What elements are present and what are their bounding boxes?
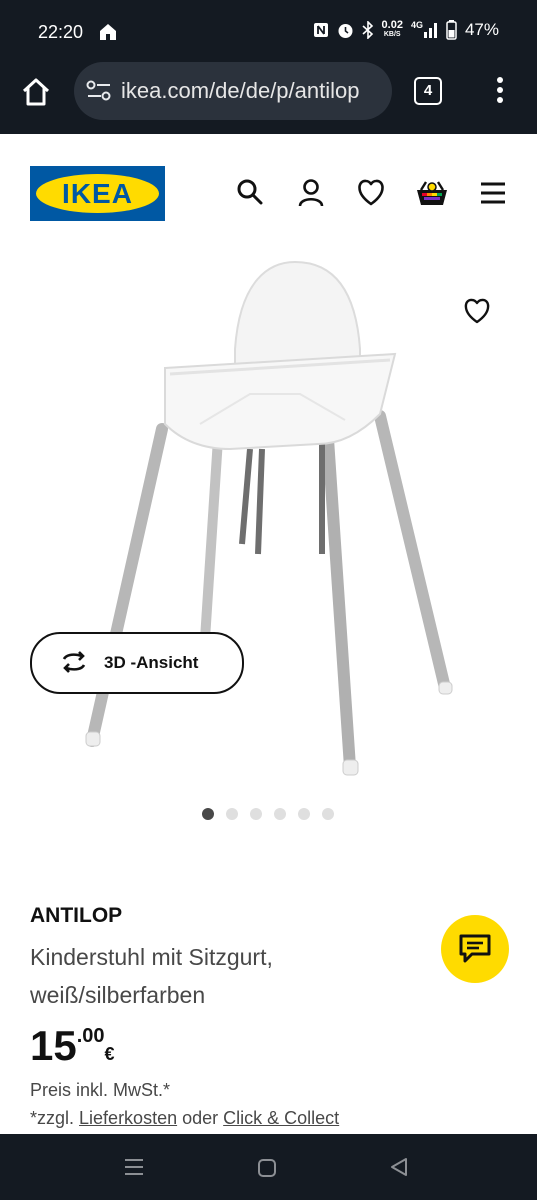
product-description: Kinderstuhl mit Sitzgurt, weiß/silberfar…	[30, 944, 273, 1008]
status-icons: 0.02 KB/S 4G 47%	[313, 20, 499, 40]
home-nav-icon[interactable]	[257, 1158, 277, 1178]
shipping-or: oder	[182, 1108, 219, 1128]
delivery-costs-link[interactable]: Lieferkosten	[79, 1108, 177, 1128]
address-bar[interactable]: ikea.com/de/de/p/antilop	[74, 62, 392, 120]
tab-switcher-button[interactable]: 4	[414, 77, 442, 105]
bluetooth-icon	[361, 21, 373, 39]
chat-icon	[459, 934, 491, 963]
chat-button[interactable]	[441, 915, 509, 983]
wishlist-icon[interactable]	[356, 178, 386, 206]
account-icon[interactable]	[298, 178, 324, 208]
status-bar: 22:20 0.02 KB/S 4G 47%	[0, 0, 537, 62]
recent-apps-icon[interactable]	[124, 1158, 144, 1176]
image-pagination	[202, 808, 334, 820]
signal-indicator: 4G	[410, 20, 438, 38]
hamburger-menu-icon[interactable]	[479, 181, 507, 205]
home-app-icon	[100, 24, 116, 40]
url-text[interactable]: ikea.com/de/de/p/antilop	[121, 78, 383, 104]
cart-icon[interactable]	[415, 178, 449, 208]
status-time: 22:20	[38, 22, 84, 42]
search-icon[interactable]	[236, 178, 264, 206]
product-image[interactable]	[0, 244, 537, 799]
price-currency: €	[104, 1044, 115, 1064]
vat-note: Preis inkl. MwSt.*	[30, 1080, 171, 1100]
pagination-dot[interactable]	[226, 808, 238, 820]
product-wishlist-icon[interactable]	[462, 297, 492, 325]
net-speed: 0.02 KB/S	[381, 19, 403, 39]
pagination-dot[interactable]	[298, 808, 310, 820]
battery-level: 47%	[464, 20, 499, 39]
shipping-prefix: *zzgl.	[30, 1108, 75, 1128]
battery-icon	[446, 20, 457, 40]
click-collect-link[interactable]: Click & Collect	[223, 1108, 339, 1128]
pagination-dot[interactable]	[250, 808, 262, 820]
view-3d-button[interactable]: 3D -Ansicht	[30, 632, 244, 694]
pagination-dot[interactable]	[274, 808, 286, 820]
more-menu-icon[interactable]	[496, 76, 504, 104]
system-nav-bar	[0, 1134, 537, 1200]
back-nav-icon[interactable]	[389, 1157, 409, 1177]
network-type: 4G	[410, 20, 423, 30]
ikea-logo[interactable]: IKEA	[30, 166, 165, 221]
view-3d-label: 3D -Ansicht	[104, 653, 199, 672]
net-speed-unit: KB/S	[383, 31, 401, 38]
product-name: ANTILOP	[30, 904, 123, 927]
price-integer: 15	[30, 1022, 77, 1069]
browser-home-icon[interactable]	[20, 76, 52, 108]
logo-text: IKEA	[62, 178, 133, 209]
price-decimal: .00	[76, 1025, 105, 1047]
net-speed-value: 0.02	[381, 19, 403, 31]
alarm-icon	[338, 23, 353, 38]
site-settings-icon[interactable]	[86, 79, 112, 103]
site-header: IKEA	[0, 134, 537, 244]
shipping-note: *zzgl. Lieferkosten oder Click & Collect	[30, 1108, 339, 1129]
pagination-dot[interactable]	[202, 808, 214, 820]
pagination-dot[interactable]	[322, 808, 334, 820]
signal-bars-icon	[423, 23, 437, 38]
product-price: 15.00€	[30, 1022, 115, 1070]
rotate-3d-icon	[62, 651, 86, 673]
nfc-icon	[313, 23, 328, 37]
browser-toolbar: ikea.com/de/de/p/antilop 4	[0, 62, 537, 134]
